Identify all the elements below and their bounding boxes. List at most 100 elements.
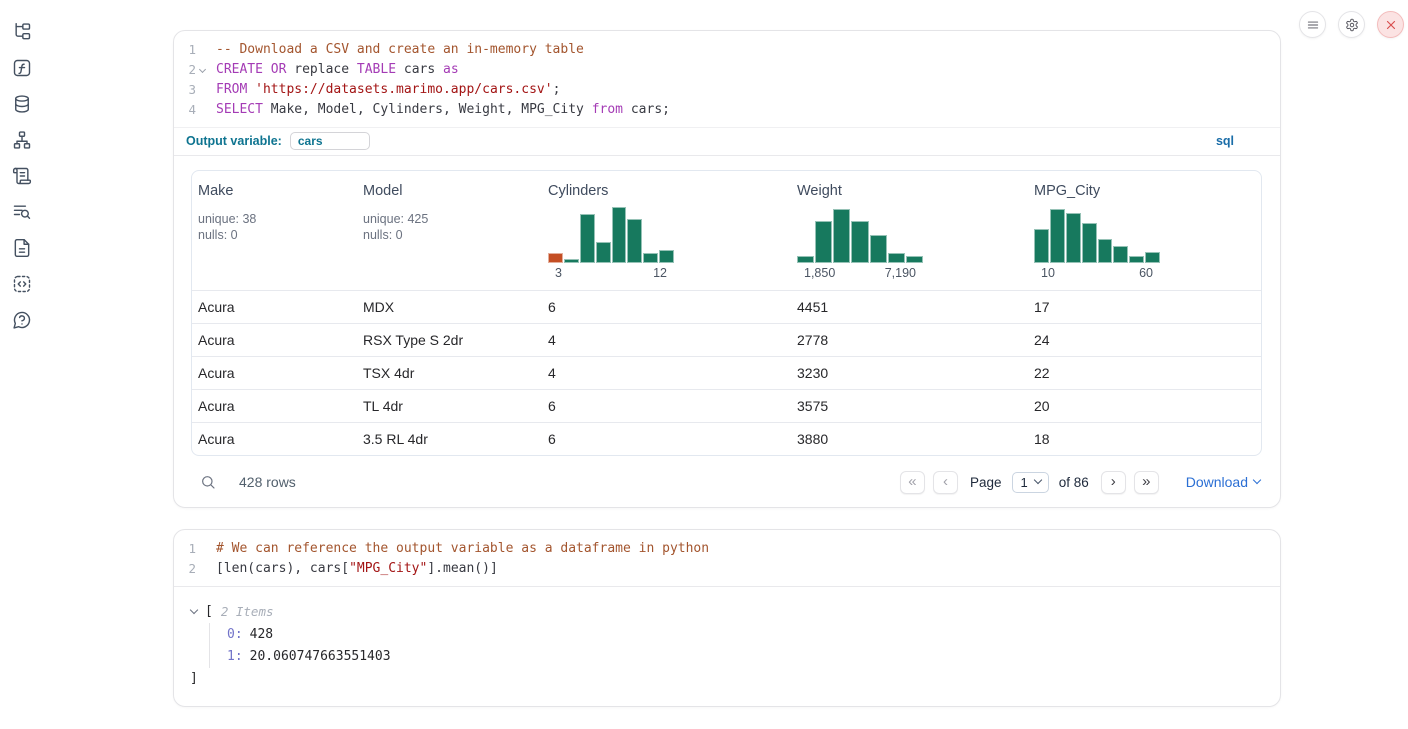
data-table: Make unique: 38 nulls: 0 Model unique: 4… — [191, 170, 1262, 456]
download-label: Download — [1186, 474, 1248, 490]
table-cell: Acura — [192, 398, 357, 414]
python-cell-output: [ 2 Items 0:4281:20.060747663551403 ] — [174, 587, 1280, 706]
cylinders-histogram — [548, 207, 674, 263]
table-cell: Acura — [192, 332, 357, 348]
fold-gutter — [196, 100, 208, 120]
chevron-down-icon — [1253, 476, 1261, 484]
table-cell: 4 — [542, 365, 791, 381]
tree-entry-value: 20.060747663551403 — [250, 649, 391, 664]
download-button[interactable]: Download — [1186, 474, 1260, 490]
histogram-bar — [1145, 252, 1160, 263]
python-code-editor[interactable]: 1# We can reference the output variable … — [174, 530, 1280, 587]
settings-button[interactable] — [1338, 11, 1365, 38]
line-number: 2 — [174, 559, 196, 579]
table-cell: Acura — [192, 299, 357, 315]
output-variable-input[interactable] — [290, 132, 370, 150]
unique-count: unique: 425 — [363, 211, 542, 227]
histogram-bar — [1050, 209, 1065, 263]
open-bracket: [ — [205, 604, 213, 619]
column-name[interactable]: Weight — [797, 183, 842, 199]
notebook-menu-button[interactable] — [1299, 11, 1326, 38]
last-page-button[interactable]: » — [1134, 471, 1159, 494]
code-line: 2CREATE OR replace TABLE cars as — [174, 60, 1280, 80]
table-cell: 6 — [542, 431, 791, 447]
sql-code-editor[interactable]: 1-- Download a CSV and create an in-memo… — [174, 31, 1280, 127]
table-cell: 24 — [1028, 332, 1261, 348]
histogram-bar — [870, 235, 887, 263]
tree-entry-key: 1: — [227, 649, 243, 664]
chevron-down-icon — [1033, 476, 1041, 484]
column-name[interactable]: MPG_City — [1034, 183, 1100, 199]
gear-icon — [1345, 18, 1359, 32]
pagination: « ‹ Page 1 of 86 › » Download — [900, 471, 1260, 494]
table-cell: 2778 — [791, 332, 1028, 348]
mpg-city-histogram — [1034, 207, 1160, 263]
table-cell: 3880 — [791, 431, 1028, 447]
line-number: 4 — [174, 100, 196, 120]
table-cell: Acura — [192, 365, 357, 381]
histogram-bar — [1129, 256, 1144, 263]
line-number: 1 — [174, 539, 196, 559]
column-header-make: Make unique: 38 nulls: 0 — [192, 183, 357, 280]
histogram-bar — [580, 214, 595, 263]
shutdown-button[interactable] — [1377, 11, 1404, 38]
row-count: 428 rows — [239, 474, 296, 490]
previous-page-button[interactable]: ‹ — [933, 471, 958, 494]
next-page-button[interactable]: › — [1101, 471, 1126, 494]
table-cell: 20 — [1028, 398, 1261, 414]
dependency-graph-icon[interactable] — [12, 130, 32, 150]
tree-root: [ 2 Items — [190, 600, 1264, 622]
histogram-bar — [659, 250, 674, 263]
table-row: Acura3.5 RL 4dr6388018 — [192, 422, 1261, 455]
tree-entries: 0: 428 1: 20.060747663551403 — [209, 623, 1264, 668]
line-number: 1 — [174, 40, 196, 60]
functions-icon[interactable] — [12, 58, 32, 78]
table-row: AcuraTL 4dr6357520 — [192, 389, 1261, 422]
snippets-icon[interactable] — [12, 274, 32, 294]
histogram-bar — [797, 256, 814, 263]
table-cell: 3230 — [791, 365, 1028, 381]
line-number: 2 — [174, 60, 196, 80]
tree-entry: 1: 20.060747663551403 — [227, 646, 1264, 669]
column-name[interactable]: Make — [198, 183, 233, 199]
table-cell: TSX 4dr — [357, 365, 542, 381]
column-name[interactable]: Model — [363, 183, 403, 199]
table-row: AcuraRSX Type S 2dr4277824 — [192, 323, 1261, 356]
column-name[interactable]: Cylinders — [548, 183, 608, 199]
page-total-label: of 86 — [1059, 475, 1089, 490]
unique-count: unique: 38 — [198, 211, 357, 227]
scratchpad-icon[interactable] — [12, 166, 32, 186]
table-cell: 6 — [542, 398, 791, 414]
table-cell: 4451 — [791, 299, 1028, 315]
histogram-bar — [851, 221, 868, 263]
first-page-button[interactable]: « — [900, 471, 925, 494]
histogram-bar — [627, 219, 642, 263]
documentation-icon[interactable] — [12, 238, 32, 258]
file-explorer-icon[interactable] — [12, 22, 32, 42]
histogram-bar — [1098, 239, 1113, 263]
histogram-bar — [548, 253, 563, 263]
column-stats: unique: 425 nulls: 0 — [363, 211, 542, 243]
fold-toggle-icon[interactable] — [196, 60, 208, 80]
tree-entry: 0: 428 — [227, 623, 1264, 646]
table-row: AcuraMDX6445117 — [192, 290, 1261, 323]
fold-gutter — [196, 40, 208, 60]
table-cell: 3575 — [791, 398, 1028, 414]
datasources-icon[interactable] — [12, 94, 32, 114]
table-cell: TL 4dr — [357, 398, 542, 414]
help-icon[interactable] — [12, 310, 32, 330]
notebook: 1-- Download a CSV and create an in-memo… — [173, 30, 1281, 707]
code-line: 1# We can reference the output variable … — [174, 539, 1280, 559]
histogram-bar — [888, 253, 905, 263]
collapse-toggle-icon[interactable] — [190, 605, 198, 613]
logs-icon[interactable] — [12, 202, 32, 222]
search-icon[interactable] — [200, 474, 216, 490]
tree-entry-key: 0: — [227, 627, 243, 642]
histogram-bar — [643, 253, 658, 263]
column-header-weight: Weight 1,850 7,190 — [791, 183, 1028, 280]
histogram-bar — [1034, 229, 1049, 263]
page-select[interactable]: 1 — [1012, 472, 1048, 493]
items-count-label: 2 Items — [221, 604, 274, 619]
tree-entry-value: 428 — [250, 627, 273, 642]
table-cell: 18 — [1028, 431, 1261, 447]
